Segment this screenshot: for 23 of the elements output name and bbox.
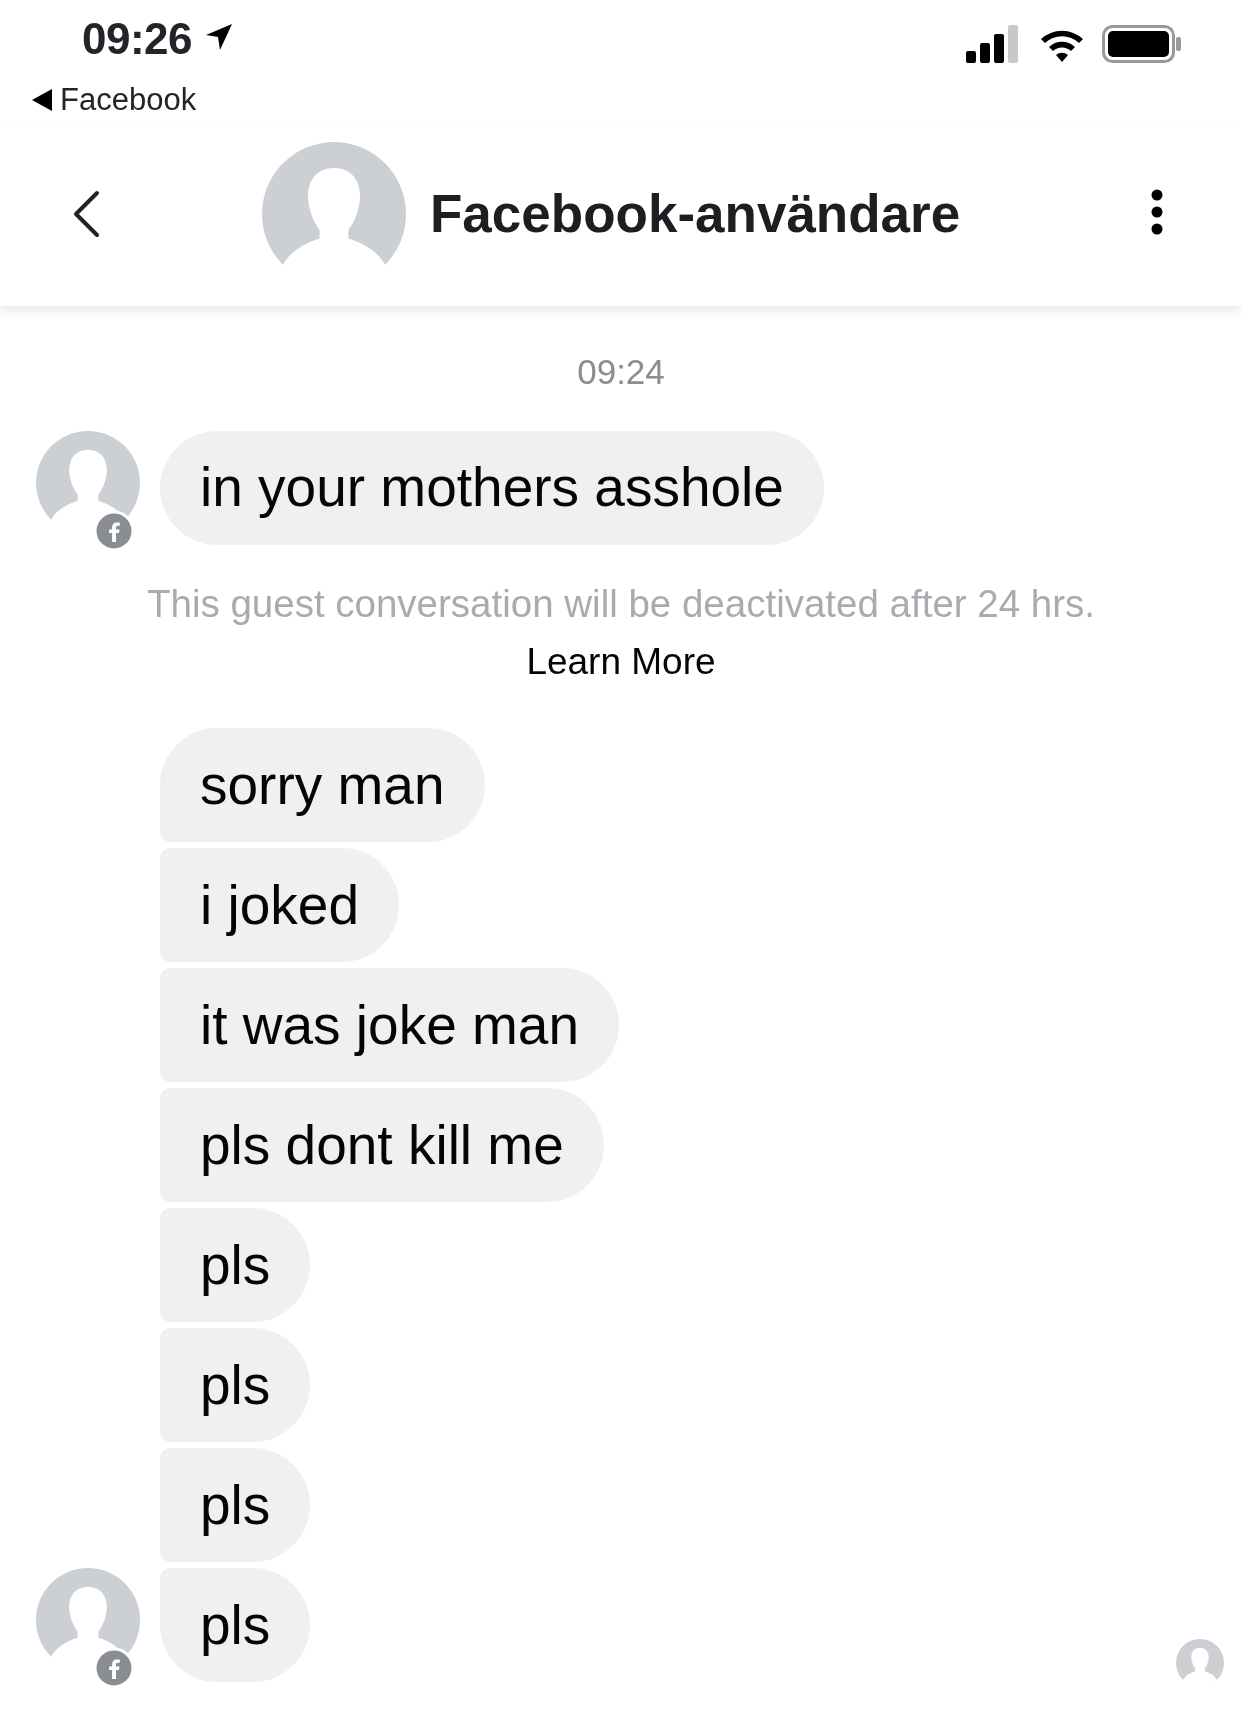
back-to-app-link[interactable]: Facebook [60, 81, 197, 119]
badge-icon [94, 510, 134, 551]
message-bubble: pls [160, 1448, 311, 1562]
message-bubble: pls [160, 1568, 311, 1682]
message-bubble: pls dont kill me [160, 1088, 604, 1202]
back-chevron-icon [71, 189, 101, 239]
learn-more-link[interactable]: Learn More [526, 634, 716, 690]
badge-icon [94, 1648, 134, 1688]
message-bubble: it was joke man [160, 968, 620, 1082]
message-bubble: pls [160, 1328, 311, 1442]
back-triangle-icon [32, 89, 52, 111]
seen-avatar [1176, 1639, 1224, 1687]
contact-name: Facebook-användare [430, 183, 961, 246]
status-time: 09:26 [82, 13, 193, 65]
location-arrow-icon [204, 22, 235, 52]
message-bubble: i joked [160, 848, 399, 962]
message-bubble: in your mothers asshole [160, 430, 824, 545]
guest-notice: This guest conversation will be deactivated after 24 hrs. [146, 580, 1096, 627]
message-bubble: sorry man [160, 728, 485, 842]
message-timestamp: 09:24 [577, 352, 665, 391]
message-bubble: pls [160, 1208, 311, 1322]
more-dots-icon [1150, 189, 1164, 235]
battery-icon [1102, 25, 1182, 63]
